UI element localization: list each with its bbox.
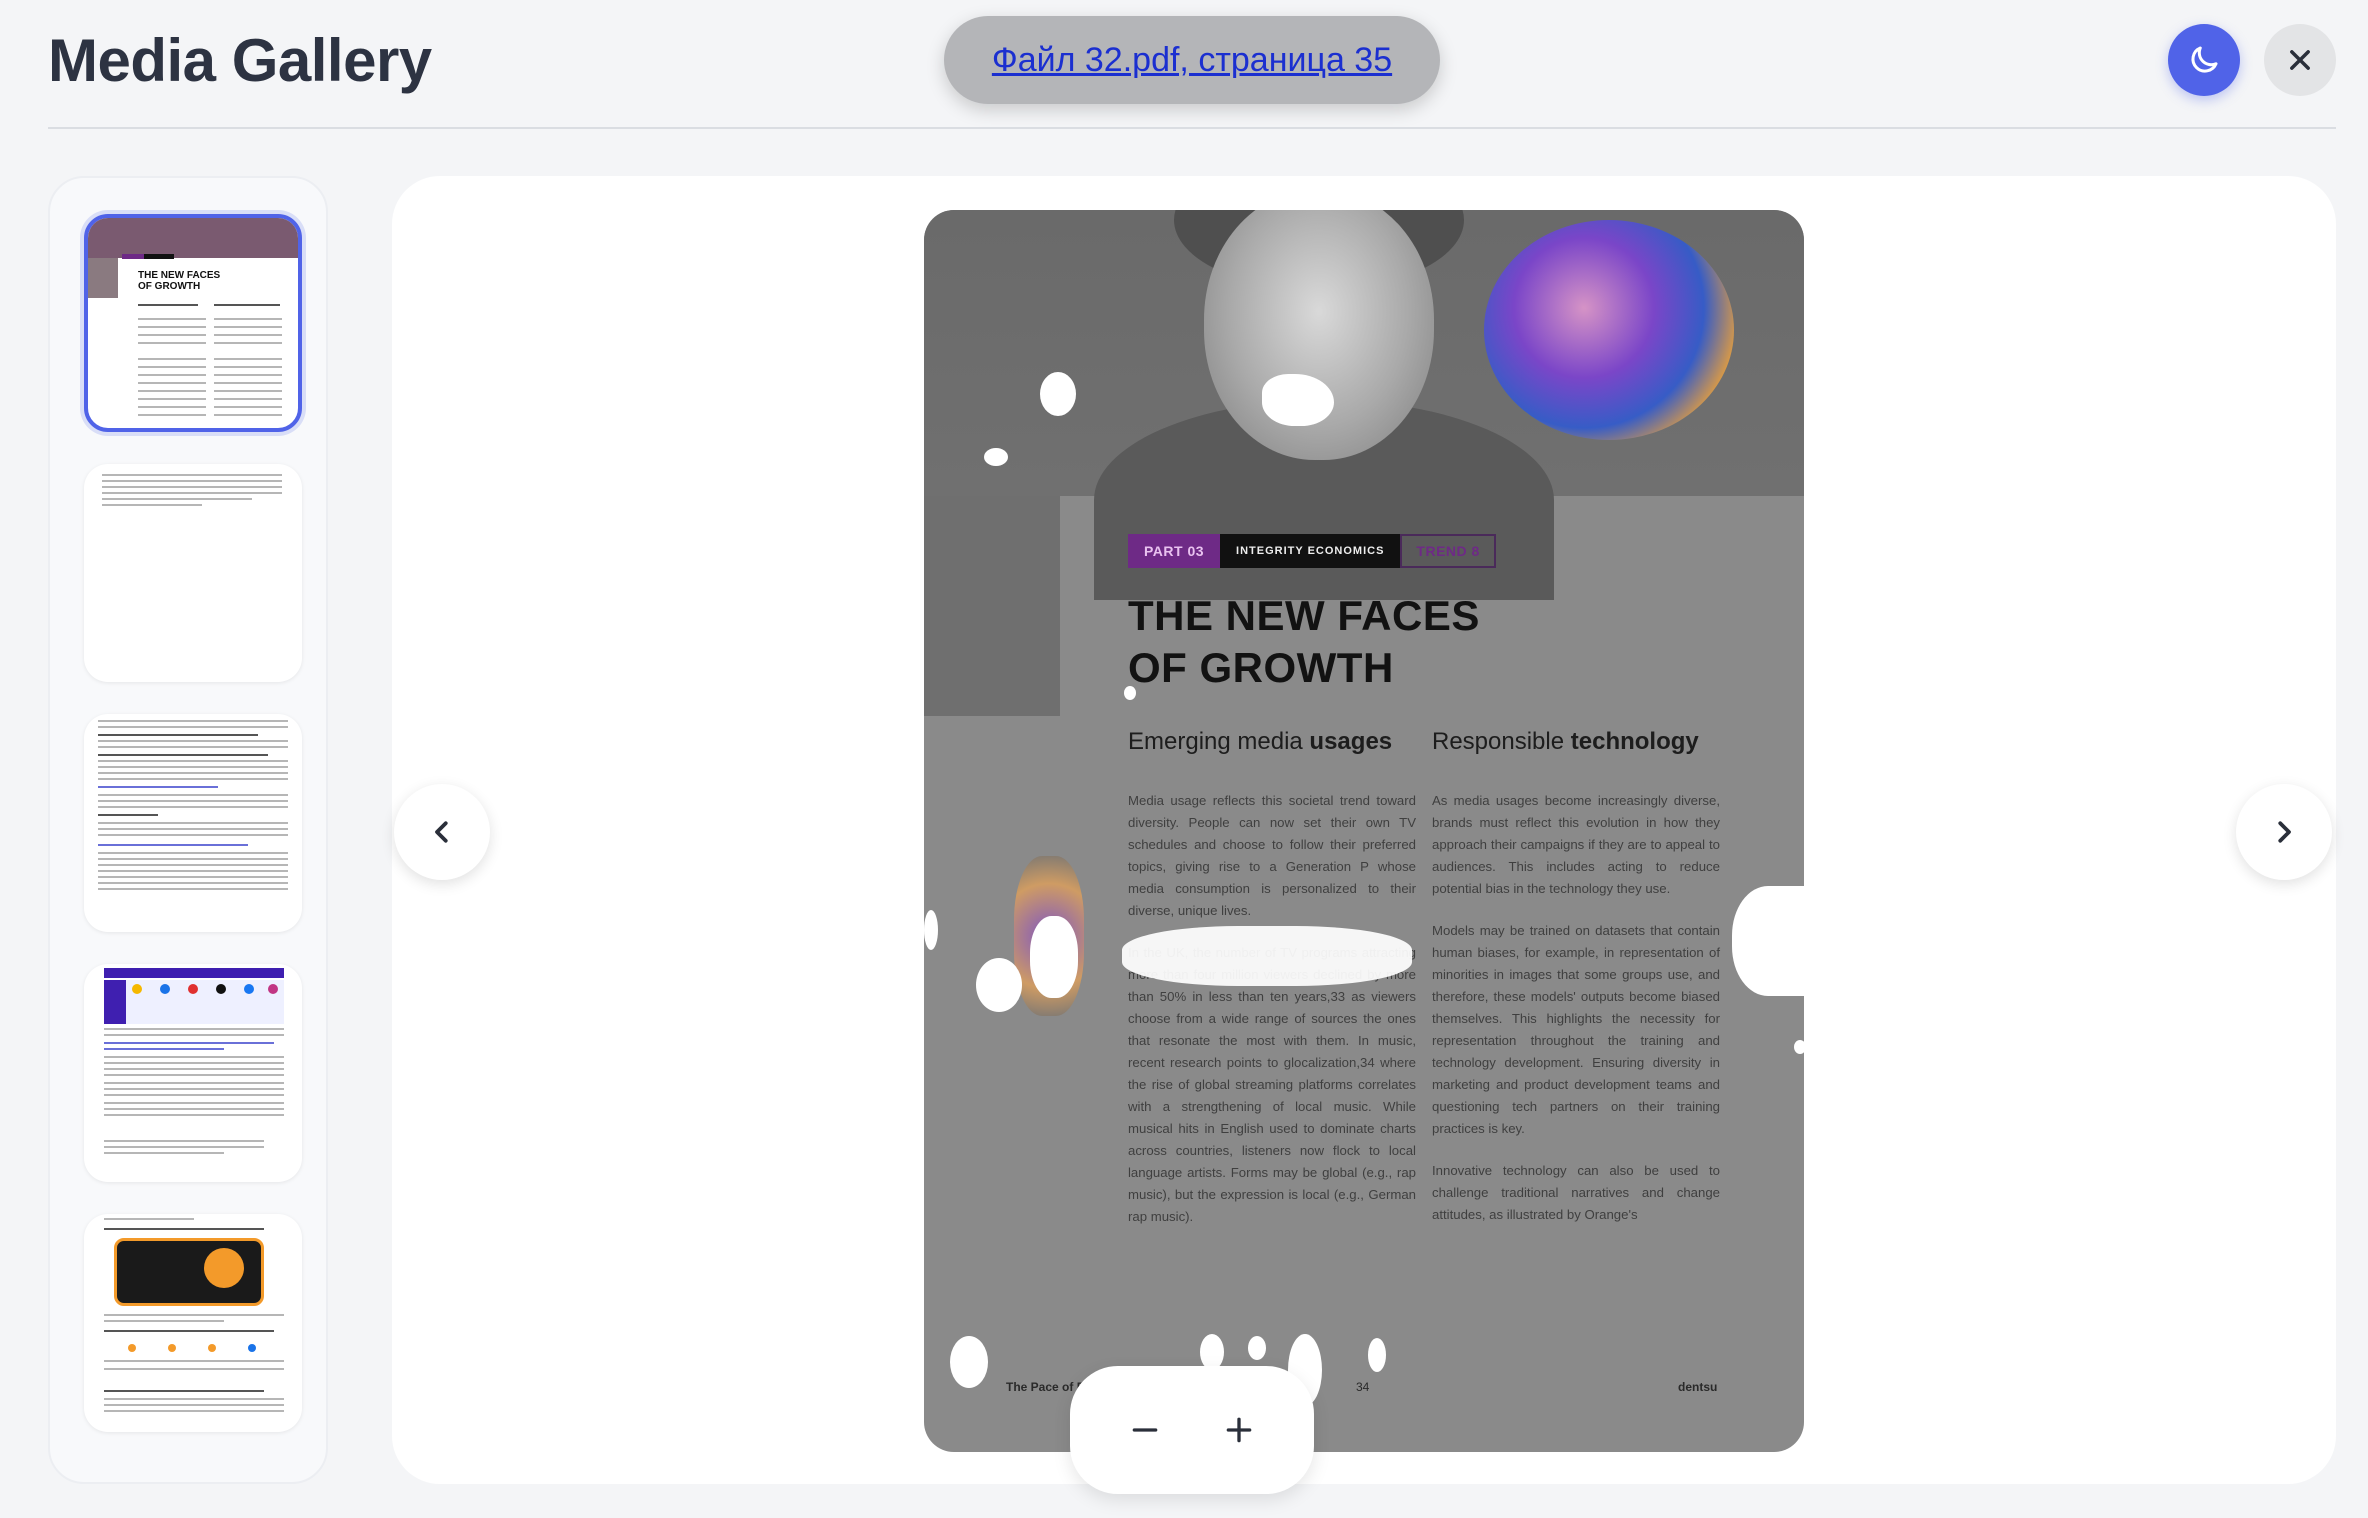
app-title: Media Gallery xyxy=(48,27,432,94)
thumbnail-page-4[interactable] xyxy=(84,964,302,1182)
thumbnail-page-3[interactable] xyxy=(84,714,302,932)
page-footer-brand: dentsu xyxy=(1678,1380,1718,1394)
chevron-right-icon xyxy=(2278,821,2291,843)
next-page-button[interactable] xyxy=(2236,784,2332,880)
column-1-heading: Emerging media usages xyxy=(1128,728,1393,755)
column-2-heading: Responsible technology xyxy=(1432,728,1699,755)
close-button[interactable] xyxy=(2264,24,2336,96)
tag-part: PART 03 xyxy=(1128,534,1221,568)
moon-icon xyxy=(2191,46,2218,73)
file-link[interactable]: Файл 32.pdf, страница 35 xyxy=(992,41,1392,80)
page-tags: PART 03 INTEGRITY ECONOMICS TREND 8 xyxy=(1128,534,1496,568)
column-2-text: As media usages become increasingly dive… xyxy=(1432,793,1720,1222)
minus-icon xyxy=(1132,1428,1158,1432)
page-number: 34 xyxy=(1356,1380,1370,1394)
tag-integrity: INTEGRITY ECONOMICS xyxy=(1220,534,1401,568)
tag-trend: TREND 8 xyxy=(1400,534,1496,568)
plus-icon xyxy=(1226,1417,1252,1443)
zoom-controls xyxy=(1070,1366,1314,1494)
thumbnail-rail[interactable]: THE NEW FACES OF GROWTH xyxy=(48,176,328,1484)
thumbnail-page-5[interactable] xyxy=(84,1214,302,1432)
close-icon xyxy=(2290,50,2310,70)
zoom-out-button[interactable] xyxy=(1113,1398,1177,1462)
top-bar: Media Gallery Файл 32.pdf, страница 35 xyxy=(0,0,2368,129)
chevron-left-icon xyxy=(435,821,448,843)
file-name-pill: Файл 32.pdf, страница 35 xyxy=(944,16,1440,104)
previous-page-button[interactable] xyxy=(394,784,490,880)
zoom-in-button[interactable] xyxy=(1207,1398,1271,1462)
thumbnail-page-1[interactable]: THE NEW FACES OF GROWTH xyxy=(84,214,302,432)
theme-toggle-button[interactable] xyxy=(2168,24,2240,96)
column-1-text: Media usage reflects this societal trend… xyxy=(1128,793,1416,1224)
page-footer-title: The Pace of P xyxy=(1006,1380,1085,1394)
thumbnail-page-2[interactable] xyxy=(84,464,302,682)
header-divider xyxy=(48,127,2336,129)
document-page: PART 03 INTEGRITY ECONOMICS TREND 8 THE … xyxy=(924,210,1804,1452)
page-photo xyxy=(924,210,1804,600)
page-title: THE NEW FACES OF GROWTH xyxy=(1128,592,1480,691)
